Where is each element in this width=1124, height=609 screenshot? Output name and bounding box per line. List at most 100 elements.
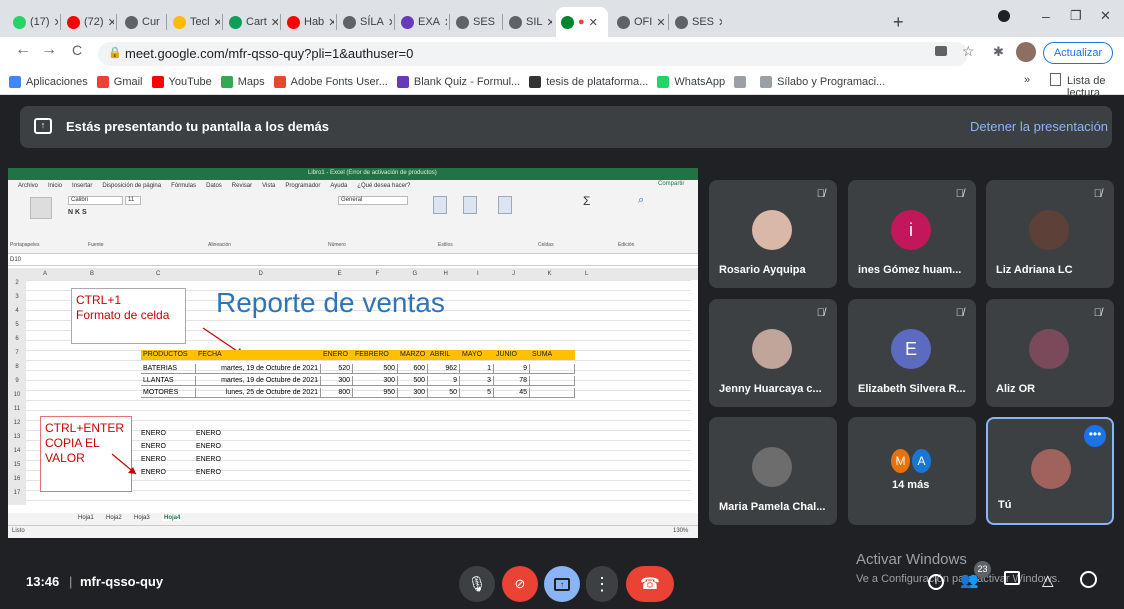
name-box[interactable]: D10 xyxy=(10,257,21,263)
participant-tile[interactable]: Jenny Huarcaya c... 🎙̸ xyxy=(709,299,837,407)
leave-call-button[interactable]: ☎ xyxy=(626,566,674,602)
stop-presenting-button[interactable]: Detener la presentación xyxy=(970,119,1108,134)
table-header-cell[interactable]: MAYO xyxy=(460,350,494,360)
close-tab-icon[interactable]: ✕ xyxy=(214,16,220,29)
column-header[interactable]: C xyxy=(156,271,160,277)
formula-bar[interactable]: D10 xyxy=(8,256,698,266)
reading-list-button[interactable]: Lista de lectura xyxy=(1067,75,1124,99)
host-controls-button[interactable] xyxy=(1080,571,1097,592)
table-cell[interactable]: 600 xyxy=(398,364,428,374)
zoom-level[interactable]: 130% xyxy=(673,528,688,534)
microphone-button[interactable]: 🎙 xyxy=(459,566,495,602)
row-header[interactable]: 10 xyxy=(8,392,26,402)
table-cell[interactable]: 9 xyxy=(494,364,530,374)
excel-menu-item[interactable]: Inicio xyxy=(48,183,62,189)
column-header[interactable]: J xyxy=(512,271,515,277)
forward-button[interactable]: → xyxy=(38,41,60,59)
table-header-cell[interactable]: ENERO xyxy=(321,350,353,360)
row-header[interactable]: 7 xyxy=(8,350,26,360)
bookmark-6[interactable]: Blank Quiz - Formul... xyxy=(396,75,520,88)
tab-2[interactable]: (72) ✕ xyxy=(62,7,114,37)
table-cell[interactable]: lunes, 25 de Octubre de 2021 xyxy=(196,388,321,398)
row-header[interactable]: 17 xyxy=(8,490,26,500)
tab-5[interactable]: Cart ✕ xyxy=(224,7,278,37)
bookmark-star-icon[interactable]: ☆ xyxy=(962,43,975,60)
paste-icon[interactable] xyxy=(30,197,52,219)
close-tab-icon[interactable]: ✕ xyxy=(718,16,722,29)
close-tab-icon[interactable]: ✕ xyxy=(444,16,447,29)
table-header-cell[interactable]: JUNIO xyxy=(494,350,530,360)
bookmark-9[interactable] xyxy=(734,75,751,88)
row-header[interactable]: 6 xyxy=(8,336,26,346)
excel-menu-item[interactable]: Insertar xyxy=(72,183,92,189)
tab-4[interactable]: Tecl ✕ xyxy=(168,7,220,37)
table-cell[interactable]: LLANTAS xyxy=(141,376,196,386)
column-header[interactable]: F xyxy=(376,271,380,277)
close-tab-icon[interactable]: ✕ xyxy=(547,16,552,29)
font-name-select[interactable]: Calibri xyxy=(68,196,123,205)
profile-avatar[interactable] xyxy=(1016,42,1036,62)
table-header-cell[interactable]: SUMA xyxy=(530,350,575,360)
tile-options-icon[interactable]: ••• xyxy=(1084,425,1106,447)
table-header-cell[interactable]: PRODUCTOS xyxy=(141,350,196,360)
table-cell[interactable]: BATERIAS xyxy=(141,364,196,374)
tab-1[interactable]: (17) ✕ xyxy=(8,7,58,37)
bookmark-4[interactable]: Maps xyxy=(220,75,265,88)
bold-italic-underline-buttons[interactable]: N K S xyxy=(68,209,87,216)
table-cell[interactable]: 500 xyxy=(353,364,398,374)
camera-indicator-icon[interactable] xyxy=(935,46,947,56)
close-window-button[interactable]: ✕ xyxy=(1100,8,1111,24)
excel-menu-item[interactable]: Datos xyxy=(206,183,222,189)
url-text[interactable]: meet.google.com/mfr-qsso-quy?pli=1&authu… xyxy=(125,46,413,61)
row-header[interactable]: 8 xyxy=(8,364,26,374)
more-options-button[interactable]: ⋮ xyxy=(586,566,618,602)
enero-cell[interactable]: ENERO xyxy=(196,430,221,437)
participant-tile[interactable]: E Elizabeth Silvera R... 🎙̸ xyxy=(848,299,976,407)
row-header[interactable]: 12 xyxy=(8,420,26,430)
font-size-select[interactable]: 11 xyxy=(125,196,141,205)
excel-menu-item[interactable]: ¿Qué desea hacer? xyxy=(357,183,410,189)
row-header[interactable]: 4 xyxy=(8,308,26,318)
excel-menu-item[interactable]: Revisar xyxy=(232,183,252,189)
table-cell[interactable]: 800 xyxy=(321,388,353,398)
row-header[interactable]: 13 xyxy=(8,434,26,444)
excel-menu-item[interactable]: Disposición de página xyxy=(102,183,161,189)
table-cell[interactable]: 3 xyxy=(460,376,494,386)
excel-share-button[interactable]: Compartir xyxy=(658,181,684,187)
enero-cell[interactable]: ENERO xyxy=(196,456,221,463)
more-bookmarks-button[interactable]: » xyxy=(1024,74,1030,86)
table-cell[interactable]: 300 xyxy=(353,376,398,386)
table-cell[interactable]: martes, 19 de Octubre de 2021 xyxy=(196,376,321,386)
row-header[interactable]: 15 xyxy=(8,462,26,472)
chat-button[interactable] xyxy=(1004,571,1020,589)
table-cell[interactable]: 1 xyxy=(460,364,494,374)
participant-tile[interactable]: Tú ••• xyxy=(986,417,1114,525)
column-header[interactable]: L xyxy=(585,271,588,277)
maximize-button[interactable]: ❐ xyxy=(1070,8,1082,24)
tab-13[interactable]: SES✕ xyxy=(670,7,722,37)
tab-3[interactable]: Cur✕ xyxy=(120,7,164,37)
table-cell[interactable]: 45 xyxy=(494,388,530,398)
tab-12[interactable]: OFI ✕ xyxy=(612,7,666,37)
format-as-table-icon[interactable] xyxy=(463,196,477,214)
enero-cell[interactable]: ENERO xyxy=(141,430,166,437)
column-header[interactable]: E xyxy=(338,271,342,277)
bookmark-8[interactable]: WhatsApp xyxy=(657,75,725,88)
activities-button[interactable]: △ xyxy=(1042,571,1054,589)
camera-off-button[interactable]: ⊘ xyxy=(502,566,538,602)
meeting-details-button[interactable]: i xyxy=(928,571,944,590)
table-header-cell[interactable]: ABRIL xyxy=(428,350,460,360)
table-header-cell[interactable]: FEBRERO xyxy=(353,350,398,360)
enero-cell[interactable]: ENERO xyxy=(196,469,221,476)
table-cell[interactable]: martes, 19 de Octubre de 2021 xyxy=(196,364,321,374)
bookmark-1[interactable]: Aplicaciones xyxy=(9,75,88,88)
column-header[interactable]: A xyxy=(43,271,47,277)
bookmark-5[interactable]: Adobe Fonts User... xyxy=(273,75,388,88)
tab-9[interactable]: SES✕ xyxy=(451,7,500,37)
column-header[interactable]: D xyxy=(259,271,263,277)
tab-7[interactable]: SÍLA ✕ xyxy=(338,7,392,37)
table-cell[interactable] xyxy=(530,376,575,386)
close-tab-icon[interactable]: ✕ xyxy=(388,16,392,29)
participant-tile[interactable]: Maria Pamela Chal... xyxy=(709,417,837,525)
bookmark-2[interactable]: Gmail xyxy=(96,75,143,88)
